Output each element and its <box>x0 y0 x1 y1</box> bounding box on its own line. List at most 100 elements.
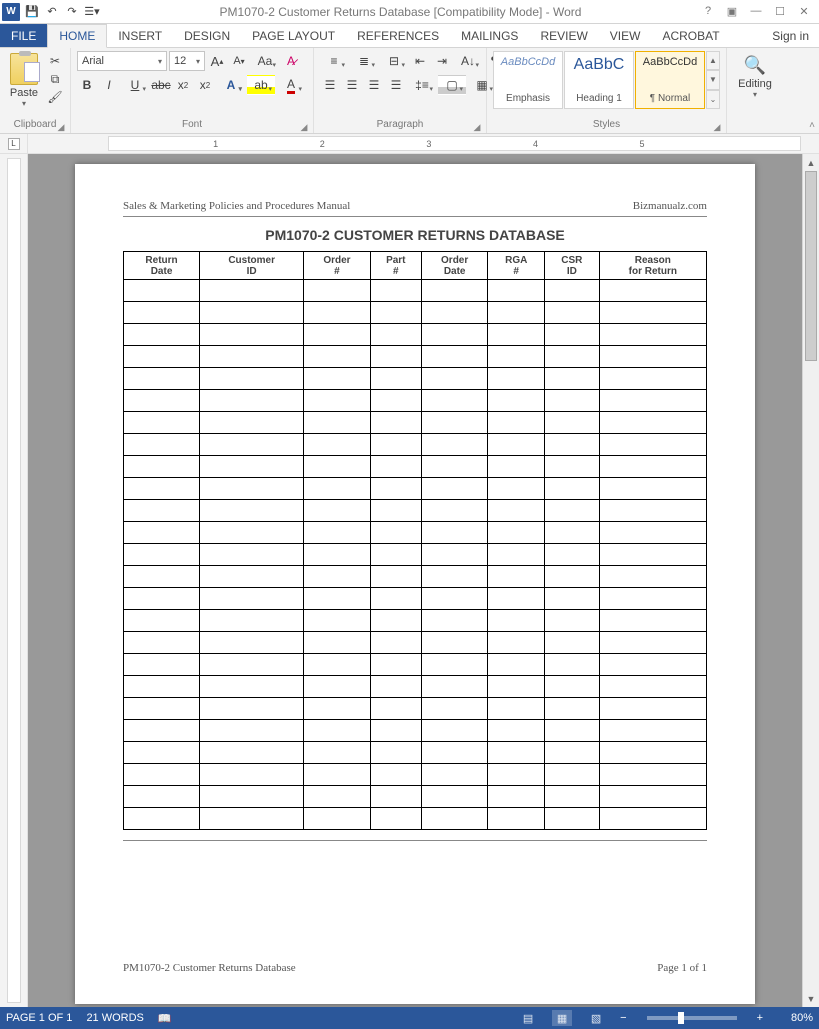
table-cell[interactable] <box>599 632 706 654</box>
table-cell[interactable] <box>370 434 421 456</box>
close-icon[interactable]: ✕ <box>797 5 811 18</box>
table-cell[interactable] <box>304 390 370 412</box>
help-icon[interactable]: ? <box>701 5 715 18</box>
table-cell[interactable] <box>599 698 706 720</box>
change-case-icon[interactable]: Aa <box>251 51 279 71</box>
styles-down-icon[interactable]: ▼ <box>706 70 720 89</box>
table-cell[interactable] <box>421 434 487 456</box>
table-cell[interactable] <box>200 610 304 632</box>
bullets-icon[interactable]: ≡ <box>320 51 348 71</box>
tab-references[interactable]: REFERENCES <box>346 24 450 47</box>
table-cell[interactable] <box>545 808 600 830</box>
table-cell[interactable] <box>421 676 487 698</box>
table-cell[interactable] <box>200 588 304 610</box>
styles-more-icon[interactable]: ⌄ <box>706 90 720 109</box>
table-cell[interactable] <box>200 412 304 434</box>
table-cell[interactable] <box>200 346 304 368</box>
table-cell[interactable] <box>599 786 706 808</box>
table-cell[interactable] <box>124 764 200 786</box>
table-cell[interactable] <box>124 324 200 346</box>
table-cell[interactable] <box>421 698 487 720</box>
tab-review[interactable]: REVIEW <box>529 24 598 47</box>
table-cell[interactable] <box>599 500 706 522</box>
table-cell[interactable] <box>200 720 304 742</box>
table-cell[interactable] <box>488 544 545 566</box>
table-cell[interactable] <box>304 566 370 588</box>
table-cell[interactable] <box>599 764 706 786</box>
table-cell[interactable] <box>304 280 370 302</box>
table-cell[interactable] <box>200 632 304 654</box>
align-right-icon[interactable]: ☰ <box>364 75 384 95</box>
table-cell[interactable] <box>370 280 421 302</box>
scroll-thumb[interactable] <box>805 171 817 361</box>
table-cell[interactable] <box>421 786 487 808</box>
document-scroll[interactable]: Sales & Marketing Policies and Procedure… <box>28 154 802 1007</box>
web-layout-icon[interactable]: ▧ <box>586 1010 606 1026</box>
table-cell[interactable] <box>124 390 200 412</box>
table-cell[interactable] <box>124 808 200 830</box>
table-cell[interactable] <box>200 742 304 764</box>
table-cell[interactable] <box>370 478 421 500</box>
table-cell[interactable] <box>304 368 370 390</box>
table-cell[interactable] <box>124 302 200 324</box>
table-cell[interactable] <box>488 808 545 830</box>
font-name-combo[interactable]: Arial▾ <box>77 51 167 71</box>
table-cell[interactable] <box>200 786 304 808</box>
italic-icon[interactable]: I <box>99 75 119 95</box>
table-cell[interactable] <box>488 302 545 324</box>
table-cell[interactable] <box>200 522 304 544</box>
bold-icon[interactable]: B <box>77 75 97 95</box>
sign-in-link[interactable]: Sign in <box>762 24 819 47</box>
underline-icon[interactable]: U <box>121 75 149 95</box>
table-cell[interactable] <box>124 544 200 566</box>
line-spacing-icon[interactable]: ‡≡ <box>408 75 436 95</box>
sort-icon[interactable]: A↓ <box>454 51 482 71</box>
table-cell[interactable] <box>488 676 545 698</box>
table-cell[interactable] <box>599 566 706 588</box>
shading-icon[interactable]: ▢ <box>438 75 466 95</box>
table-cell[interactable] <box>488 412 545 434</box>
read-mode-icon[interactable]: ▤ <box>518 1010 538 1026</box>
table-cell[interactable] <box>488 742 545 764</box>
table-cell[interactable] <box>304 324 370 346</box>
tab-file[interactable]: FILE <box>0 24 47 47</box>
table-cell[interactable] <box>488 368 545 390</box>
zoom-slider[interactable] <box>647 1016 737 1020</box>
table-cell[interactable] <box>304 500 370 522</box>
table-cell[interactable] <box>304 632 370 654</box>
table-cell[interactable] <box>421 764 487 786</box>
table-cell[interactable] <box>599 434 706 456</box>
table-cell[interactable] <box>599 280 706 302</box>
print-layout-icon[interactable]: ▦ <box>552 1010 572 1026</box>
table-cell[interactable] <box>545 368 600 390</box>
table-cell[interactable] <box>421 280 487 302</box>
table-cell[interactable] <box>488 610 545 632</box>
table-cell[interactable] <box>488 720 545 742</box>
proofing-icon[interactable]: 📖 <box>158 1012 172 1025</box>
table-cell[interactable] <box>200 698 304 720</box>
table-cell[interactable] <box>124 478 200 500</box>
table-cell[interactable] <box>599 302 706 324</box>
table-cell[interactable] <box>421 500 487 522</box>
table-cell[interactable] <box>304 412 370 434</box>
table-cell[interactable] <box>304 698 370 720</box>
cut-icon[interactable]: ✂ <box>46 53 64 69</box>
table-cell[interactable] <box>124 522 200 544</box>
table-cell[interactable] <box>304 808 370 830</box>
table-cell[interactable] <box>545 500 600 522</box>
table-cell[interactable] <box>488 346 545 368</box>
font-size-combo[interactable]: 12▾ <box>169 51 205 71</box>
table-cell[interactable] <box>124 500 200 522</box>
table-cell[interactable] <box>124 632 200 654</box>
table-cell[interactable] <box>599 390 706 412</box>
table-cell[interactable] <box>370 412 421 434</box>
table-cell[interactable] <box>421 544 487 566</box>
table-cell[interactable] <box>304 478 370 500</box>
table-cell[interactable] <box>421 368 487 390</box>
vertical-scrollbar[interactable]: ▲ ▼ <box>802 154 819 1007</box>
zoom-handle[interactable] <box>678 1012 684 1024</box>
table-cell[interactable] <box>124 368 200 390</box>
table-cell[interactable] <box>124 280 200 302</box>
table-cell[interactable] <box>200 324 304 346</box>
table-cell[interactable] <box>200 434 304 456</box>
